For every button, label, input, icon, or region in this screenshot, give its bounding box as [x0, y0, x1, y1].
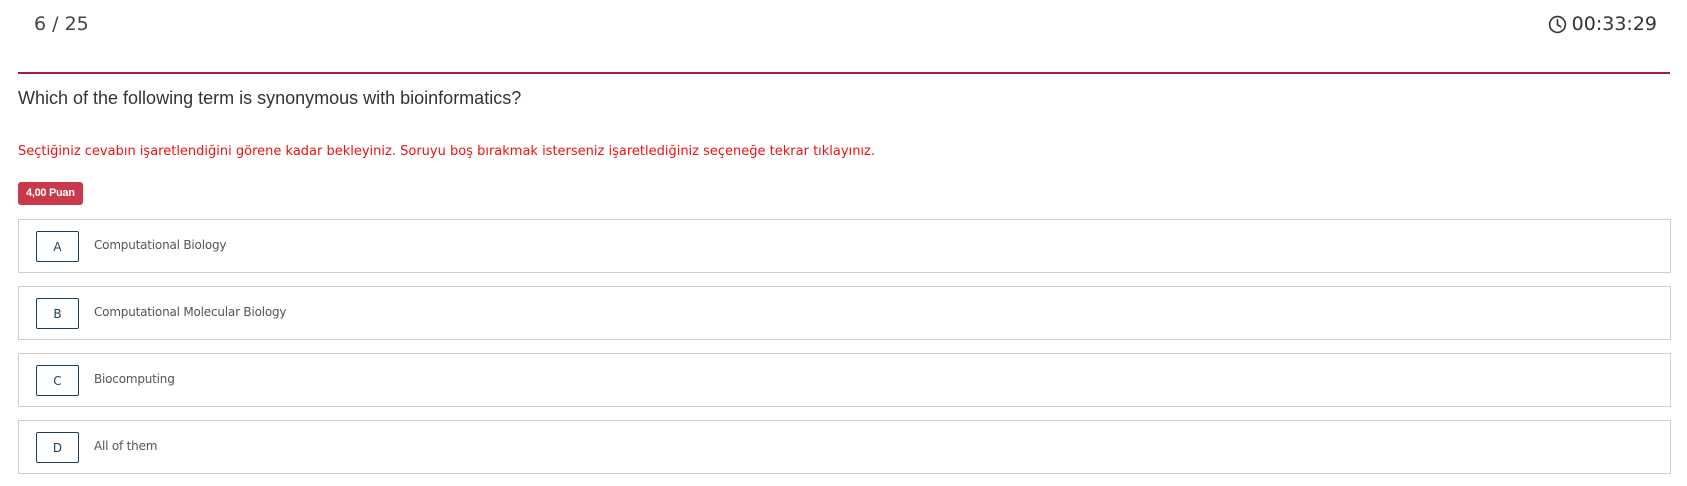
option-letter: C [36, 365, 79, 396]
header-divider [18, 72, 1670, 74]
top-bar: 6 / 25 00:33:29 [0, 0, 1687, 50]
option-d[interactable]: D All of them [18, 420, 1671, 474]
question-text: Which of the following term is synonymou… [18, 88, 522, 108]
clock-icon [1548, 15, 1567, 34]
option-b[interactable]: B Computational Molecular Biology [18, 286, 1671, 340]
points-badge: 4,00 Puan [18, 182, 83, 205]
option-letter: A [36, 231, 79, 262]
option-text: Computational Molecular Biology [94, 305, 287, 319]
option-text: Biocomputing [94, 372, 175, 386]
warning-message: Seçtiğiniz cevabın işaretlendiğini gören… [18, 144, 875, 159]
option-text: Computational Biology [94, 238, 227, 252]
option-letter: D [36, 432, 79, 463]
option-c[interactable]: C Biocomputing [18, 353, 1671, 407]
question-counter: 6 / 25 [34, 13, 89, 35]
option-letter: B [36, 298, 79, 329]
timer-value: 00:33:29 [1571, 13, 1657, 35]
option-text: All of them [94, 439, 158, 453]
timer: 00:33:29 [1548, 13, 1657, 35]
option-a[interactable]: A Computational Biology [18, 219, 1671, 273]
answer-options: A Computational Biology B Computational … [18, 219, 1671, 486]
